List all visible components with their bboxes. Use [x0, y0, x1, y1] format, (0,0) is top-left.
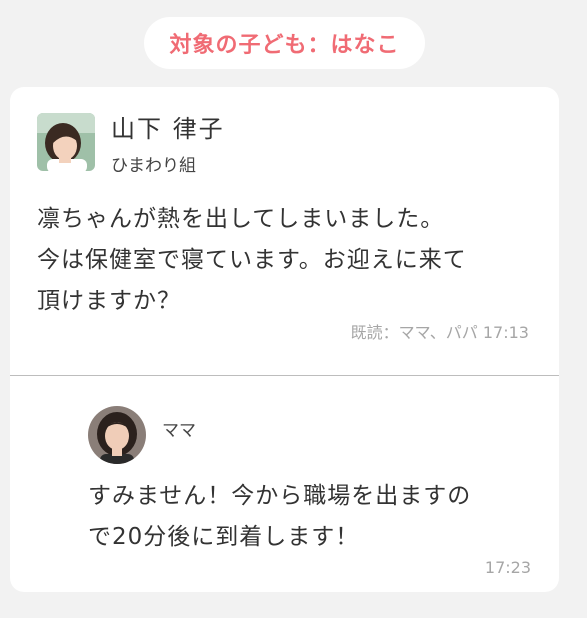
teacher-message-text: 凛ちゃんが熱を出してしまいました。 今は保健室で寝ています。お迎えに来て 頂けま…	[37, 206, 467, 314]
teacher-name: 山下 律子	[111, 115, 225, 143]
target-child-label[interactable]: 対象の子ども：はなこ	[144, 17, 425, 69]
reply-message-text: すみません！今から職場を出ますの で20分後に到着します！	[88, 483, 472, 550]
parent-reply: ママ すみません！今から職場を出ますの で20分後に到着します！ 17:23	[10, 376, 559, 592]
reply-sender-name: ママ	[162, 421, 196, 441]
mama-avatar-image	[88, 406, 146, 464]
teacher-avatar-image	[37, 113, 95, 171]
teacher-avatar[interactable]	[37, 113, 95, 171]
message-card: 山下 律子 ひまわり組 凛ちゃんが熱を出してしまいました。 今は保健室で寝ていま…	[10, 87, 559, 592]
teacher-message: 山下 律子 ひまわり組 凛ちゃんが熱を出してしまいました。 今は保健室で寝ていま…	[10, 87, 559, 375]
teacher-class: ひまわり組	[111, 156, 196, 176]
mama-avatar[interactable]	[88, 406, 146, 464]
reply-timestamp: 17:23	[484, 558, 531, 577]
chat-thread-screen: 対象の子ども：はなこ 山下 律子 ひまわり組 凛ちゃんが熱を出してしまいました。…	[0, 0, 587, 618]
read-status: 既読：ママ、パパ 17:13	[350, 323, 529, 342]
